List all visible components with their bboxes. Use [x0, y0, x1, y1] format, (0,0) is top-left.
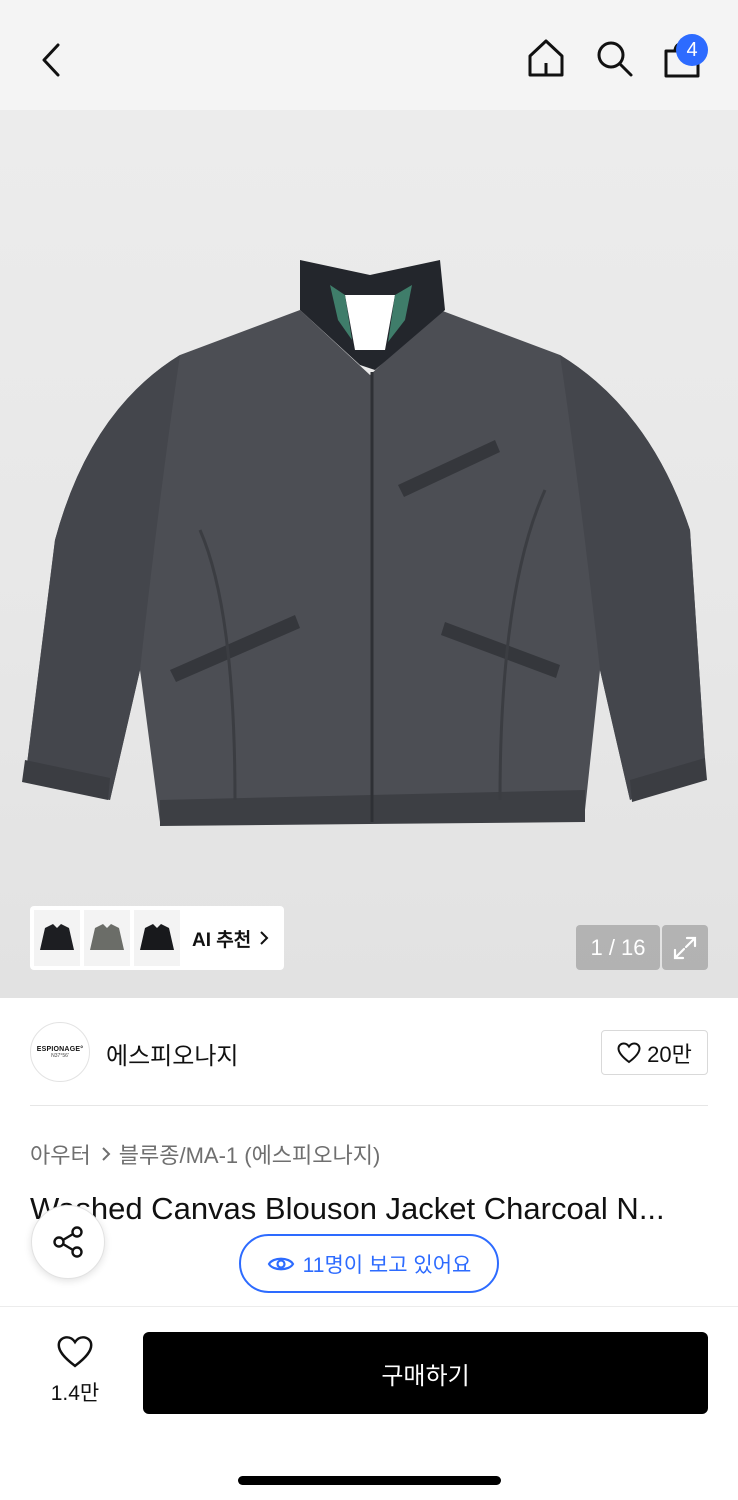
share-icon	[53, 1226, 83, 1258]
brand-logo-subtext: N37°56'	[51, 1052, 69, 1059]
home-indicator[interactable]	[238, 1476, 501, 1485]
search-icon	[597, 41, 633, 77]
breadcrumb-separator	[101, 1146, 111, 1162]
chevron-right-icon	[260, 931, 269, 945]
expand-image-button[interactable]	[662, 925, 708, 970]
breadcrumb-subcategory[interactable]: 블루종/MA-1 (에스피오나지)	[119, 1138, 381, 1170]
cart-count-badge: 4	[676, 34, 708, 66]
product-image-gallery[interactable]	[0, 110, 738, 998]
heart-icon	[617, 1041, 641, 1063]
live-viewers-text: 11명이 보고 있어요	[302, 1253, 472, 1277]
jacket-thumbnail-icon	[140, 924, 174, 950]
expand-icon	[673, 936, 697, 959]
wishlist-count: 1.4만	[50, 1382, 100, 1405]
recommendation-thumbnail-1[interactable]	[34, 910, 80, 966]
ai-recommendation-label: AI 추천	[192, 929, 252, 951]
back-button[interactable]	[30, 38, 74, 82]
image-counter: 1 / 16	[576, 925, 660, 970]
recommendation-thumbnail-2[interactable]	[84, 910, 130, 966]
chevron-left-icon	[42, 43, 60, 77]
brand-name-link[interactable]: 에스피오나지	[106, 1036, 238, 1071]
wishlist-button[interactable]: 1.4만	[40, 1335, 110, 1415]
live-viewers-badge: 11명이 보고 있어요	[239, 1234, 499, 1293]
brand-logo-text: ESPIONAGE°	[36, 1045, 84, 1053]
buy-button[interactable]: 구매하기	[143, 1332, 708, 1414]
chevron-right-icon	[102, 1147, 111, 1161]
heart-icon	[57, 1336, 93, 1368]
brand-row: ESPIONAGE° N37°56' 에스피오나지 20만	[30, 1022, 708, 1082]
home-icon	[528, 39, 564, 77]
brand-logo[interactable]: ESPIONAGE° N37°56'	[30, 1022, 90, 1082]
brand-like-button[interactable]: 20만	[601, 1030, 708, 1075]
bottom-purchase-bar: 1.4만 구매하기	[0, 1306, 738, 1500]
top-navigation-bar: 4	[0, 0, 738, 110]
share-button[interactable]	[31, 1205, 105, 1279]
search-button[interactable]	[590, 34, 638, 82]
breadcrumb-category[interactable]: 아우터	[30, 1138, 91, 1170]
product-photo	[22, 260, 707, 826]
eye-icon	[267, 1257, 294, 1270]
jacket-thumbnail-icon	[40, 924, 74, 950]
recommendation-thumbnail-3[interactable]	[134, 910, 180, 966]
brand-like-count: 20만	[647, 1041, 692, 1067]
ai-recommendation-button[interactable]: AI 추천	[30, 906, 284, 970]
divider	[30, 1105, 708, 1106]
jacket-thumbnail-icon	[90, 924, 124, 950]
breadcrumb: 아우터 블루종/MA-1 (에스피오나지)	[30, 1139, 380, 1169]
home-button[interactable]	[522, 34, 570, 82]
